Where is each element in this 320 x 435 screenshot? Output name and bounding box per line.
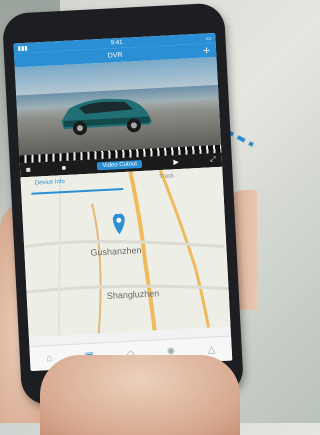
signal-icon: ▮▮▮	[17, 45, 28, 52]
camera-icon[interactable]: ◙	[26, 166, 31, 173]
playback-icon[interactable]: ▶	[173, 158, 179, 166]
status-time: 9:41	[110, 39, 123, 47]
phone: ▮▮▮ 9:41 ▭ DVR + ◙ ■ Video Cutout ▶ ⤢ De…	[1, 2, 245, 406]
map-view[interactable]: Device Info Track Gushanzhen Shangluzhen	[20, 166, 231, 338]
profile-icon[interactable]: △	[207, 344, 215, 355]
video-cutout-button[interactable]: Video Cutout	[97, 159, 143, 171]
battery-icon: ▭	[205, 35, 212, 42]
video-preview[interactable]	[14, 56, 222, 156]
fullscreen-icon[interactable]: ⤢	[210, 156, 216, 164]
plus-icon[interactable]: +	[203, 43, 211, 57]
app-screen: ▮▮▮ 9:41 ▭ DVR + ◙ ■ Video Cutout ▶ ⤢ De…	[13, 32, 233, 372]
car-image	[61, 98, 152, 136]
hand-palm	[40, 355, 240, 435]
page-title: DVR	[107, 51, 123, 60]
record-icon[interactable]: ■	[62, 164, 67, 171]
home-icon[interactable]: ⌂	[46, 352, 53, 363]
